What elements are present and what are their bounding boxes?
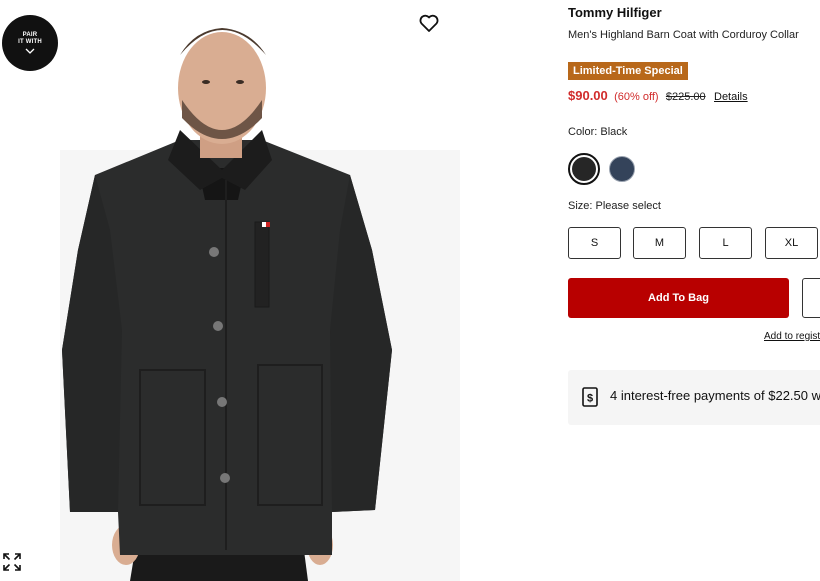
discount-percent: (60% off)	[614, 91, 659, 103]
original-price: $225.00	[665, 91, 706, 103]
size-button-xl[interactable]: XL	[765, 227, 818, 259]
promo-badge: Limited-Time Special	[568, 62, 688, 80]
color-label: Color: Black	[568, 126, 628, 138]
svg-text:$: $	[587, 393, 593, 405]
price-row: $90.00 (60% off) $225.00 Details	[568, 88, 748, 103]
product-photo[interactable]	[0, 0, 460, 581]
chevron-down-icon	[25, 48, 35, 54]
sale-price: $90.00	[568, 88, 608, 103]
color-swatch-navy[interactable]	[609, 156, 635, 182]
pair-it-with-button[interactable]: PAIR IT WITH	[2, 15, 58, 71]
add-to-bag-button[interactable]: Add To Bag	[568, 278, 789, 318]
size-button-l[interactable]: L	[699, 227, 752, 259]
size-button-m[interactable]: M	[633, 227, 686, 259]
size-label: Size: Please select	[568, 200, 661, 212]
price-details-link[interactable]: Details	[714, 91, 748, 103]
brand-name[interactable]: Tommy Hilfiger	[568, 5, 662, 20]
product-title: Men's Highland Barn Coat with Corduroy C…	[568, 29, 799, 41]
pair-badge-line1: PAIR	[22, 32, 38, 38]
heart-icon[interactable]	[417, 11, 441, 35]
color-swatch-black[interactable]	[568, 153, 600, 185]
product-details: Tommy Hilfiger Men's Highland Barn Coat …	[568, 0, 820, 581]
product-image-gallery: PAIR IT WITH	[0, 0, 460, 581]
secondary-action-button[interactable]	[802, 278, 820, 318]
expand-icon[interactable]	[2, 552, 22, 572]
size-button-s[interactable]: S	[568, 227, 621, 259]
color-swatches	[568, 153, 668, 185]
add-to-registry-link[interactable]: Add to regist	[764, 331, 820, 342]
color-swatch-black-fill	[572, 157, 596, 181]
installments-banner[interactable]: $ 4 interest-free payments of $22.50 w	[568, 370, 820, 425]
pair-badge-line2: IT WITH	[18, 39, 42, 45]
dollar-bill-icon: $	[582, 387, 598, 407]
installments-text: 4 interest-free payments of $22.50 w	[610, 388, 820, 403]
